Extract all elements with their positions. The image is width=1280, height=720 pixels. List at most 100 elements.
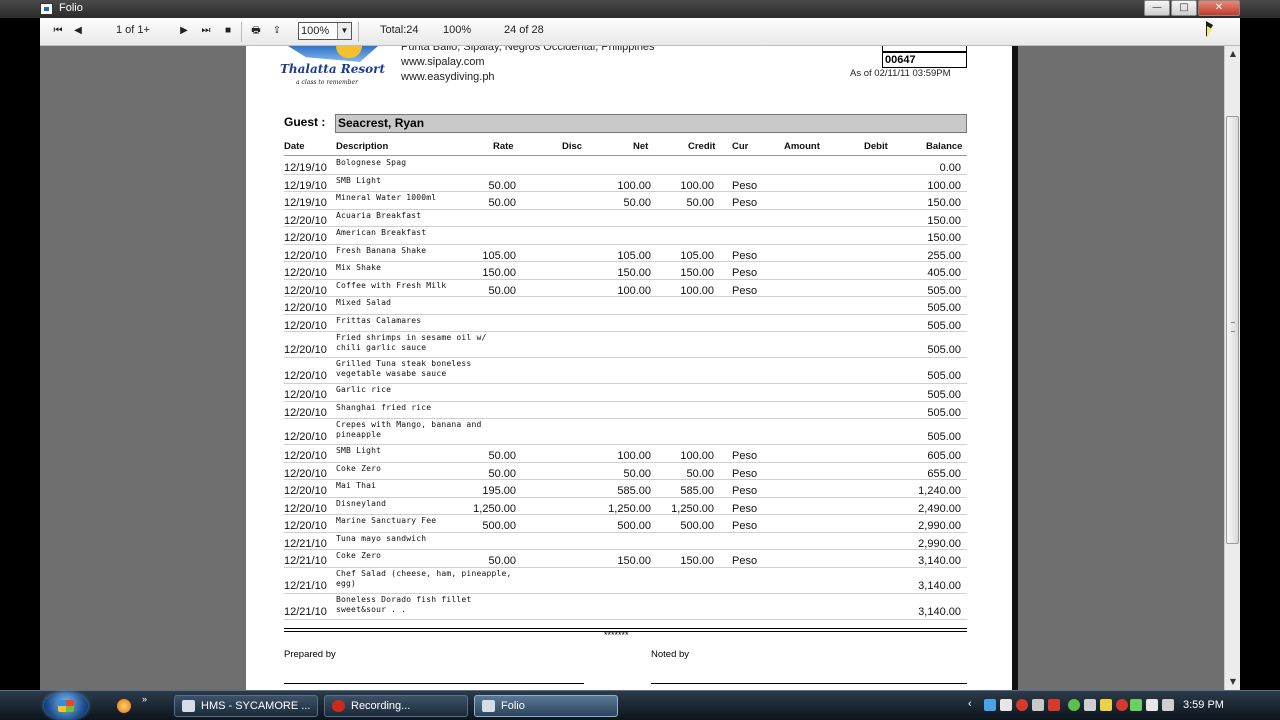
app-window-icon	[182, 700, 195, 712]
table-row: 12/20/10 American Breakfast 150.00	[284, 227, 967, 245]
maximize-button[interactable]: □	[1171, 0, 1197, 16]
row-date: 12/20/10	[284, 520, 327, 532]
row-description: Fried shrimps in sesame oil w/ chili gar…	[336, 333, 487, 352]
row-date: 12/20/10	[284, 232, 327, 244]
row-balance: 2,490.00	[918, 502, 961, 515]
tray-app-icon[interactable]	[1100, 699, 1112, 711]
security-icon[interactable]	[1016, 699, 1028, 711]
row-balance: 150.00	[927, 232, 961, 244]
row-date: 12/21/10	[284, 555, 327, 567]
row-balance: 505.00	[927, 284, 961, 297]
windows-logo-icon	[58, 700, 74, 712]
table-row: 12/20/10 Crepes with Mango, banana and pi…	[284, 419, 967, 445]
table-row: 12/20/10 Garlic rice 505.00	[284, 384, 967, 402]
prev-page-icon[interactable]: ◀	[70, 23, 86, 39]
row-credit: 50.00	[686, 467, 714, 480]
scroll-up-icon[interactable]: ▲	[1227, 48, 1239, 60]
tray-app-icon[interactable]	[1032, 699, 1044, 711]
row-description: Mixed Salad	[336, 298, 392, 307]
row-credit: 150.00	[680, 555, 714, 567]
network-icon[interactable]	[984, 699, 996, 711]
display-icon[interactable]	[1162, 699, 1174, 711]
toolbar-separator	[241, 22, 242, 42]
last-page-icon[interactable]: ⏭	[198, 23, 214, 39]
taskbar-clock[interactable]: 3:59 PM	[1183, 699, 1224, 711]
row-date: 12/19/10	[284, 162, 327, 174]
scroll-down-icon[interactable]: ▼	[1227, 676, 1239, 688]
volume-icon[interactable]	[1146, 699, 1158, 711]
table-row: 12/20/10 Fresh Banana Shake 105.00 105.00 10…	[284, 245, 967, 262]
row-rate: 105.00	[482, 249, 516, 262]
tray-app-icon[interactable]	[1116, 699, 1128, 711]
folio-number: 00647	[882, 52, 967, 68]
taskbar-item-recording[interactable]: Recording...	[324, 695, 468, 717]
table-row: 12/20/10 Frittas Calamares 505.00	[284, 315, 967, 332]
row-balance: 605.00	[927, 450, 961, 462]
row-rate: 50.00	[488, 179, 516, 192]
browser-quicklaunch-icon[interactable]	[117, 699, 131, 713]
start-button[interactable]	[44, 692, 88, 720]
row-date: 12/20/10	[284, 406, 327, 419]
adobe-icon[interactable]	[1048, 699, 1060, 711]
tray-app-icon[interactable]	[1084, 699, 1096, 711]
row-date: 12/21/10	[284, 605, 327, 618]
row-balance: 505.00	[927, 344, 961, 356]
row-credit: 500.00	[680, 520, 714, 532]
scroll-thumb[interactable]	[1226, 116, 1239, 544]
table-row: 12/20/10 Coke Zero 50.00 50.00 50.00 Peso 655.…	[284, 463, 967, 480]
row-currency: Peso	[732, 520, 758, 532]
prepared-by-label: Prepared by	[284, 649, 336, 660]
print-icon[interactable]: 🖶	[248, 23, 264, 39]
row-credit: 150.00	[680, 267, 714, 279]
close-button[interactable]: ✕	[1198, 0, 1240, 16]
zoom-select[interactable]: 100% ▼	[298, 22, 352, 40]
row-net: 500.00	[617, 520, 651, 532]
quicklaunch-more-icon[interactable]: »	[142, 694, 147, 704]
row-currency: Peso	[732, 267, 758, 279]
zoom-percent: 100%	[443, 24, 472, 36]
toolbar-separator	[358, 22, 359, 42]
taskbar: » HMS - SYCAMORE ... Recording... Folio …	[0, 690, 1280, 720]
taskbar-item-folio[interactable]: Folio	[474, 695, 618, 717]
system-tray: ‹ 3:59 PM	[968, 691, 1280, 720]
next-page-icon[interactable]: ▶	[176, 23, 192, 39]
taskbar-item-label: HMS - SYCAMORE ...	[201, 700, 311, 712]
tray-expand-icon[interactable]: ‹	[968, 698, 972, 710]
row-net: 150.00	[617, 267, 651, 279]
row-date: 12/21/10	[284, 537, 327, 550]
taskbar-item-hms[interactable]: HMS - SYCAMORE ...	[174, 695, 318, 717]
minimize-button[interactable]: —	[1144, 0, 1170, 16]
row-net: 585.00	[617, 485, 651, 497]
report-viewport[interactable]: Thalatta Resort a class to remember Punt…	[40, 46, 1224, 690]
vertical-scrollbar[interactable]: ▲ ▼	[1224, 46, 1240, 690]
row-credit: 585.00	[680, 485, 714, 497]
app-icon	[40, 3, 53, 15]
page-indicator: 1 of 1+	[116, 24, 150, 36]
table-row: 12/20/10 Acuaria Breakfast 150.00	[284, 210, 967, 227]
table-row: 12/20/10 Coffee with Fresh Milk 50.00 100.0…	[284, 280, 967, 297]
row-currency: Peso	[732, 197, 758, 209]
row-balance: 100.00	[927, 179, 961, 192]
stop-icon[interactable]: ■	[220, 23, 236, 39]
network-status-icon[interactable]	[1130, 699, 1142, 711]
update-icon[interactable]	[1068, 699, 1080, 711]
table-row: 12/20/10 Mix Shake 150.00 150.00 150.00 Peso 4…	[284, 262, 967, 280]
row-balance: 3,140.00	[918, 555, 961, 567]
total-count: Total:24	[380, 24, 419, 36]
export-icon[interactable]: ⇪	[269, 23, 285, 39]
row-date: 12/21/10	[284, 579, 327, 592]
chevron-down-icon[interactable]: ▼	[337, 23, 351, 39]
monitor-icon[interactable]	[1000, 699, 1012, 711]
col-header-debit: Debit	[864, 141, 888, 152]
row-date: 12/20/10	[284, 344, 327, 356]
row-date: 12/20/10	[284, 214, 327, 227]
col-header-description: Description	[336, 141, 389, 152]
first-page-icon[interactable]: ⏮	[50, 23, 66, 39]
right-letterbox	[1240, 0, 1280, 690]
row-credit: 100.00	[680, 179, 714, 192]
row-currency: Peso	[732, 485, 758, 497]
window-title: Folio	[59, 2, 83, 14]
row-date: 12/20/10	[284, 319, 327, 332]
col-header-rate: Rate	[493, 141, 514, 152]
col-header-net: Net	[633, 141, 649, 152]
